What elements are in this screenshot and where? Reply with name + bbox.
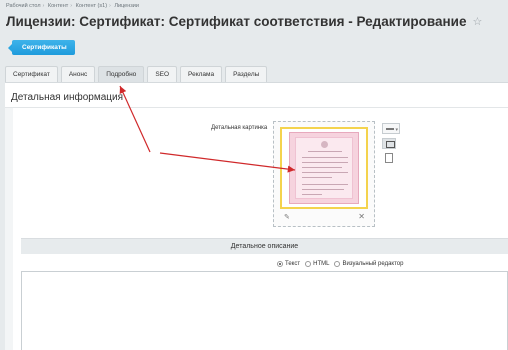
breadcrumb: Рабочий стол › Контент › Контент (s1) › Лиц… [6, 3, 141, 9]
tab-advertising[interactable]: Реклама [180, 66, 223, 82]
breadcrumb-item[interactable]: Рабочий стол [6, 3, 41, 9]
tab-seo[interactable]: SEO [147, 66, 178, 82]
picture-toolbar: ✎ ✕ [280, 212, 368, 223]
breadcrumb-item[interactable]: Контент (s1) [76, 3, 107, 9]
mode-visual-label: Визуальный редактор [342, 261, 404, 267]
text-line-graphic [302, 177, 332, 178]
radio-icon [305, 261, 312, 267]
mode-visual-radio[interactable]: Визуальный редактор [334, 261, 403, 267]
text-line-graphic [302, 172, 348, 173]
text-line-graphic [308, 151, 342, 152]
description-header: Детальное описание [21, 238, 508, 254]
chevron-down-icon: ▾ [395, 127, 398, 133]
mode-html-label: HTML [313, 261, 330, 267]
text-line-graphic [302, 184, 348, 185]
title-row: Лицензии: Сертификат: Сертификат соответ… [6, 14, 482, 29]
mode-text-radio[interactable]: Текст [277, 261, 300, 267]
section-divider [5, 107, 508, 108]
breadcrumb-separator: › [109, 3, 111, 9]
close-icon[interactable]: ✕ [358, 212, 365, 221]
radio-selected-icon [277, 261, 283, 267]
editor-mode-switch: Текст HTML Визуальный редактор [277, 261, 408, 267]
emblem-graphic [321, 141, 328, 148]
mode-html-radio[interactable]: HTML [305, 261, 329, 267]
picture-preview[interactable] [280, 127, 368, 209]
radio-icon [334, 261, 341, 267]
breadcrumb-item[interactable]: Контент [48, 3, 68, 9]
text-line-graphic [302, 157, 348, 158]
text-line-graphic [302, 162, 348, 163]
mode-text-label: Текст [285, 261, 301, 267]
tab-certificate[interactable]: Сертификат [5, 66, 58, 82]
details-panel: Детальная информация Детальная картинка [5, 82, 508, 350]
section-title: Детальная информация [11, 92, 123, 103]
star-icon[interactable]: ☆ [473, 15, 483, 28]
breadcrumb-separator: › [70, 3, 73, 9]
description-editor[interactable] [21, 271, 508, 350]
breadcrumb-separator: › [42, 3, 45, 9]
certificate-page [295, 137, 353, 199]
picture-label: Детальная картинка [211, 125, 268, 131]
picture-dropzone[interactable]: ✎ ✕ [273, 121, 375, 227]
tab-sections[interactable]: Разделы [225, 66, 268, 82]
menu-icon[interactable]: ▾ [382, 123, 400, 134]
pencil-icon[interactable]: ✎ [284, 213, 290, 221]
certificate-image [289, 132, 359, 204]
text-line-graphic [302, 189, 344, 190]
context-button[interactable]: Сертификаты [8, 40, 75, 55]
text-line-graphic [302, 194, 322, 195]
page-title: Лицензии: Сертификат: Сертификат соответ… [6, 14, 467, 29]
file-icon[interactable] [382, 153, 396, 164]
picture-side-tools: ▾ [382, 123, 400, 168]
tab-details[interactable]: Подробно [98, 66, 145, 82]
tab-bar: Сертификат Анонс Подробно SEO Реклама Ра… [5, 66, 270, 82]
panel-gutter [5, 108, 13, 350]
text-line-graphic [302, 167, 342, 168]
image-icon[interactable] [382, 138, 396, 149]
tab-preview[interactable]: Анонс [60, 66, 96, 82]
breadcrumb-item[interactable]: Лицензии [114, 3, 139, 9]
